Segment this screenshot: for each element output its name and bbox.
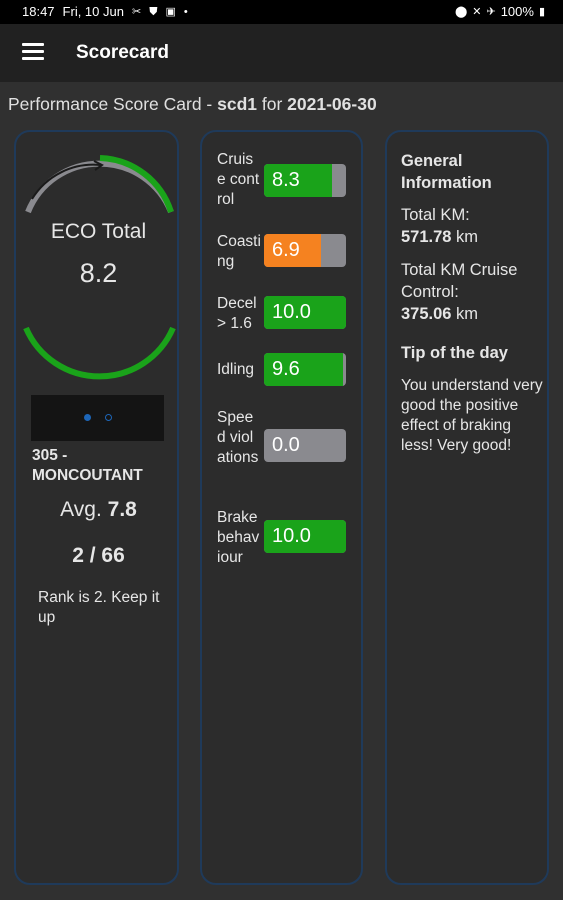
carousel-dot-inactive[interactable] <box>105 414 112 421</box>
menu-icon[interactable] <box>22 43 44 61</box>
score-bar-cruise-control[interactable]: 8.3 <box>264 164 346 197</box>
app-title: Scorecard <box>76 42 169 63</box>
carousel-dot-active[interactable] <box>84 414 91 421</box>
scores-panel: Cruise control 8.3 Coasting 6.9 Decel > … <box>200 130 363 885</box>
score-label-cruise-control: Cruise control <box>217 151 260 208</box>
header-for: for <box>257 94 288 114</box>
image-icon: ▣ <box>165 5 176 18</box>
status-bar: 18:47 Fri, 10 Jun ✂ ⛊ ▣ • ⬤ ✕ ✈ 100% ▮ <box>0 0 563 24</box>
score-label-brake-behaviour: Brake behaviour <box>217 509 260 566</box>
score-label-decel: Decel > 1.6 <box>217 295 257 332</box>
score-bar-decel[interactable]: 10.0 <box>264 296 346 329</box>
info-title: General Information <box>401 152 492 192</box>
status-time: 18:47 <box>22 4 55 19</box>
site-average: Avg. 7.8 <box>60 498 137 521</box>
app-bar: Scorecard <box>0 24 563 82</box>
location-icon: ⬤ <box>454 5 468 18</box>
site-rank: 2 / 66 <box>72 544 125 567</box>
header-prefix: Performance Score Card - <box>8 94 218 114</box>
tip-title: Tip of the day <box>401 344 508 362</box>
eco-total-value: 8.2 <box>79 258 118 288</box>
gauge-bottom-arc <box>23 326 176 380</box>
status-date: Fri, 10 Jun <box>62 4 124 19</box>
airplane-icon: ✈ <box>486 5 496 18</box>
score-label-coasting: Coasting <box>217 233 261 270</box>
score-bar-brake-behaviour[interactable]: 10.0 <box>264 520 346 553</box>
more-notifications-icon: • <box>183 5 188 18</box>
mute-icon: ✕ <box>472 5 482 18</box>
score-bar-idling[interactable]: 9.6 <box>264 353 346 386</box>
notification-icon: ✂ <box>131 5 142 18</box>
gauge-pointer <box>31 163 101 200</box>
site-carousel[interactable] <box>31 395 164 441</box>
cruise-control-km: Total KM Cruise Control: 375.06 km <box>401 261 518 323</box>
battery-icon: ▮ <box>538 5 545 18</box>
score-bar-speed-violations[interactable]: 0.0 <box>264 429 346 462</box>
total-km: Total KM: 571.78 km <box>401 206 479 246</box>
gauge-track <box>25 160 174 214</box>
battery-level: 100% <box>500 4 534 19</box>
score-bar-coasting[interactable]: 6.9 <box>264 234 346 267</box>
shield-icon: ⛊ <box>149 5 158 18</box>
page-header: Performance Score Card - scd1 for 2021-0… <box>8 94 377 115</box>
tip-text: You understand very good the positive ef… <box>401 377 543 454</box>
eco-total-label: ECO Total <box>50 220 147 243</box>
site-name: 305 - MONCOUTANT <box>32 447 143 484</box>
eco-panel: ECO Total 8.2 305 - MONCOUTANT Avg. 7.8 … <box>14 130 179 885</box>
rank-message: Rank is 2. Keep it up <box>38 589 160 626</box>
info-panel: General Information Total KM: 571.78 km … <box>385 130 549 885</box>
vehicle-id: scd1 <box>217 94 257 114</box>
score-label-idling: Idling <box>217 361 255 378</box>
score-label-speed-violations: Speed violations <box>217 409 259 466</box>
report-date: 2021-06-30 <box>287 94 377 114</box>
